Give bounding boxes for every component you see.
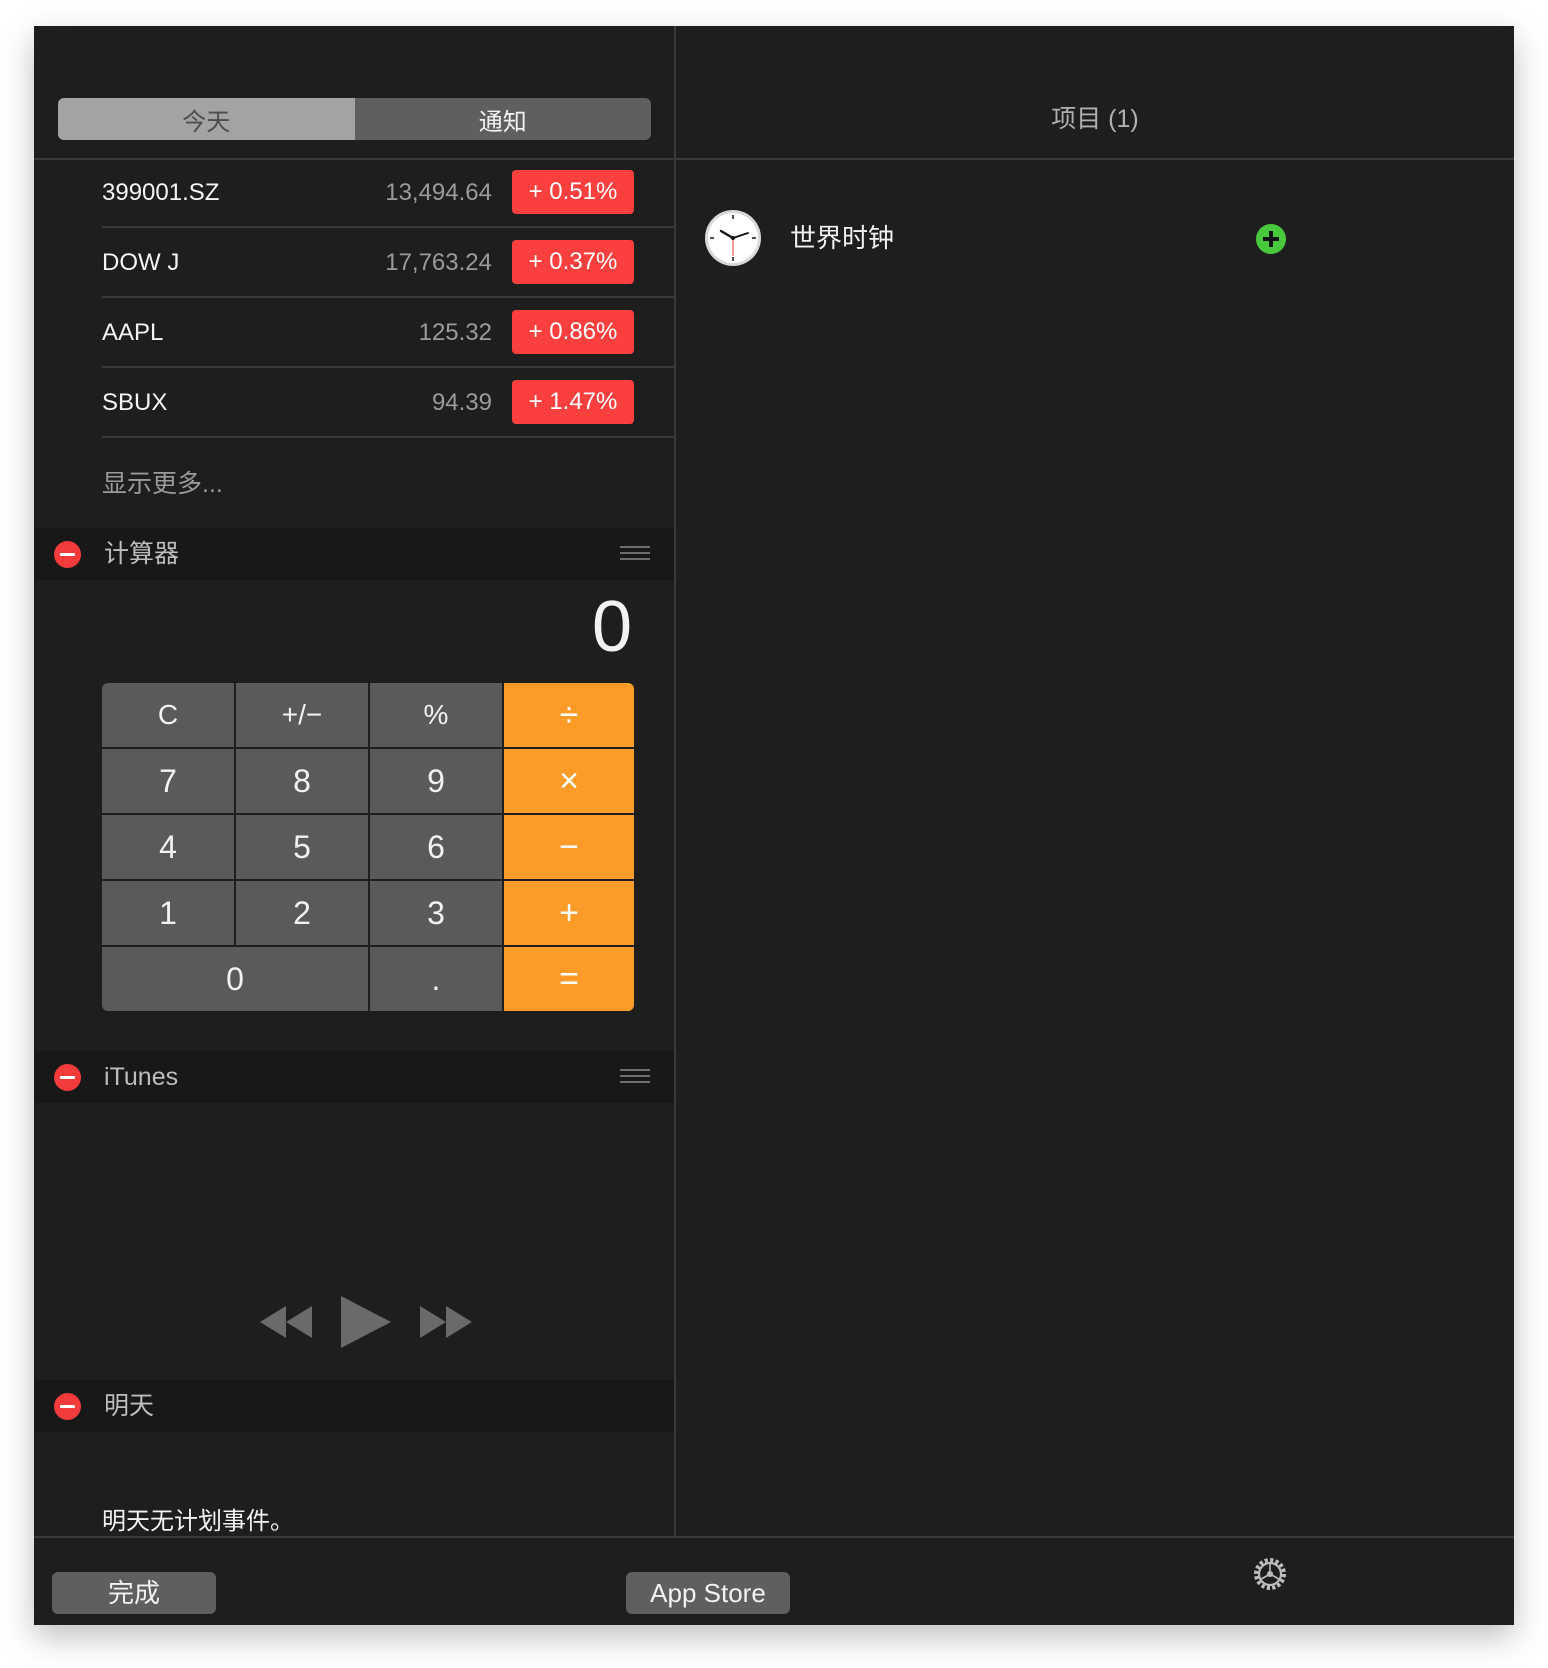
- fast-forward-icon[interactable]: [418, 1294, 474, 1350]
- key-6[interactable]: 6: [370, 815, 502, 879]
- key-8[interactable]: 8: [236, 749, 368, 813]
- add-widget-button[interactable]: [1256, 224, 1286, 254]
- stock-row[interactable]: 399001.SZ 13,494.64 + 0.51%: [102, 158, 674, 228]
- items-title: 项目 (1): [1051, 105, 1139, 133]
- stock-price: 125.32: [418, 319, 492, 346]
- tab-today[interactable]: 今天: [58, 98, 355, 140]
- equals-key[interactable]: =: [504, 947, 634, 1011]
- tab-notifications[interactable]: 通知: [354, 98, 651, 140]
- calculator-widget-header: 计算器: [34, 528, 674, 580]
- no-events-text: 明天无计划事件。: [102, 1508, 294, 1535]
- percent-key[interactable]: %: [370, 683, 502, 747]
- key-7[interactable]: 7: [102, 749, 234, 813]
- drag-handle-icon[interactable]: [620, 546, 650, 560]
- multiply-key[interactable]: ×: [504, 749, 634, 813]
- stock-price: 17,763.24: [385, 249, 492, 276]
- rewind-icon[interactable]: [258, 1294, 314, 1350]
- stock-change-badge[interactable]: + 0.86%: [512, 310, 634, 354]
- stock-symbol: 399001.SZ: [102, 179, 220, 206]
- bottom-divider: [34, 1536, 1514, 1538]
- widget-title: 计算器: [104, 540, 180, 568]
- stock-change-badge[interactable]: + 0.51%: [512, 170, 634, 214]
- stock-row[interactable]: SBUX 94.39 + 1.47%: [102, 368, 674, 438]
- done-button[interactable]: 完成: [52, 1572, 216, 1614]
- key-0[interactable]: 0: [102, 947, 368, 1011]
- today-panel: 今天 通知 399001.SZ 13,494.64 + 0.51% DOW J …: [34, 26, 674, 1536]
- app-store-button[interactable]: App Store: [626, 1572, 790, 1614]
- widget-list-item-label: 世界时钟: [790, 223, 895, 253]
- stock-symbol: SBUX: [102, 389, 168, 416]
- stock-symbol: DOW J: [102, 249, 180, 276]
- calculator-display: 0: [591, 587, 632, 667]
- clock-icon: [705, 210, 761, 266]
- show-more-link[interactable]: 显示更多...: [102, 464, 223, 500]
- calculator-keypad: C +/− % ÷ 7 8 9 × 4 5 6 − 1 2 3 + 0 . =: [102, 683, 634, 1011]
- key-1[interactable]: 1: [102, 881, 234, 945]
- key-9[interactable]: 9: [370, 749, 502, 813]
- minus-key[interactable]: −: [504, 815, 634, 879]
- stock-change-badge[interactable]: + 1.47%: [512, 380, 634, 424]
- sign-key[interactable]: +/−: [236, 683, 368, 747]
- stock-price: 94.39: [431, 389, 492, 416]
- row-divider: [102, 436, 674, 438]
- stock-row[interactable]: DOW J 17,763.24 + 0.37%: [102, 228, 674, 298]
- itunes-widget-header: iTunes: [34, 1051, 674, 1103]
- panel-divider: [674, 26, 676, 1536]
- key-2[interactable]: 2: [236, 881, 368, 945]
- widget-title: iTunes: [104, 1063, 179, 1091]
- tomorrow-widget-header: 明天: [34, 1380, 674, 1432]
- remove-widget-button[interactable]: [54, 541, 81, 568]
- header-divider: [676, 158, 1514, 160]
- clear-key[interactable]: C: [102, 683, 234, 747]
- stock-symbol: AAPL: [102, 319, 164, 346]
- remove-widget-button[interactable]: [54, 1393, 81, 1420]
- stock-row[interactable]: AAPL 125.32 + 0.86%: [102, 298, 674, 368]
- divide-key[interactable]: ÷: [504, 683, 634, 747]
- notification-center-window: 今天 通知 399001.SZ 13,494.64 + 0.51% DOW J …: [34, 26, 1514, 1625]
- gear-icon[interactable]: [1250, 1554, 1290, 1594]
- tab-segmented-control: 今天 通知: [58, 98, 651, 140]
- stock-change-badge[interactable]: + 0.37%: [512, 240, 634, 284]
- stock-price: 13,494.64: [385, 179, 492, 206]
- decimal-key[interactable]: .: [370, 947, 502, 1011]
- play-icon[interactable]: [339, 1294, 393, 1350]
- key-4[interactable]: 4: [102, 815, 234, 879]
- drag-handle-icon[interactable]: [620, 1069, 650, 1083]
- key-5[interactable]: 5: [236, 815, 368, 879]
- plus-key[interactable]: +: [504, 881, 634, 945]
- widget-title: 明天: [104, 1392, 155, 1420]
- key-3[interactable]: 3: [370, 881, 502, 945]
- remove-widget-button[interactable]: [54, 1064, 81, 1091]
